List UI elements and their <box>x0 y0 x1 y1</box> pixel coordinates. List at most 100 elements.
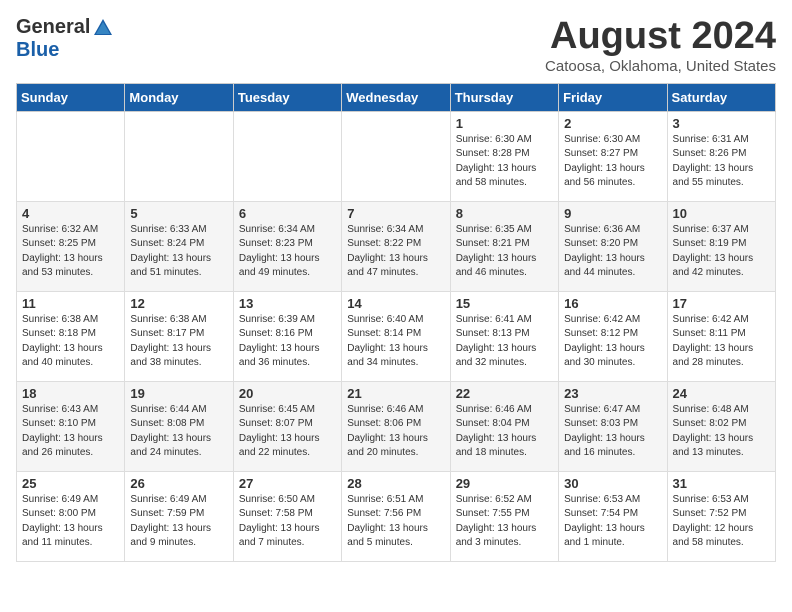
day-number: 25 <box>22 476 119 491</box>
day-info: Sunrise: 6:32 AM Sunset: 8:25 PM Dayligh… <box>22 223 119 281</box>
weekday-header-thursday: Thursday <box>450 83 558 111</box>
day-number: 9 <box>564 206 661 221</box>
day-number: 3 <box>673 116 770 131</box>
calendar-cell <box>233 111 341 201</box>
day-number: 10 <box>673 206 770 221</box>
calendar-cell: 17Sunrise: 6:42 AM Sunset: 8:11 PM Dayli… <box>667 291 775 381</box>
weekday-header-tuesday: Tuesday <box>233 83 341 111</box>
weekday-header-friday: Friday <box>559 83 667 111</box>
day-info: Sunrise: 6:45 AM Sunset: 8:07 PM Dayligh… <box>239 403 336 461</box>
day-number: 31 <box>673 476 770 491</box>
day-info: Sunrise: 6:43 AM Sunset: 8:10 PM Dayligh… <box>22 403 119 461</box>
title-area: August 2024 Catoosa, Oklahoma, United St… <box>545 16 776 75</box>
day-info: Sunrise: 6:49 AM Sunset: 7:59 PM Dayligh… <box>130 493 227 551</box>
calendar-cell: 5 Sunrise: 6:33 AM Sunset: 8:24 PM Daylig… <box>125 201 233 291</box>
calendar-cell: 19 Sunrise: 6:44 AM Sunset: 8:08 PM Dayli… <box>125 381 233 471</box>
week-row-3: 18 Sunrise: 6:43 AM Sunset: 8:10 PM Dayli… <box>17 381 776 471</box>
header: General Blue August 2024 Catoosa, Oklaho… <box>16 16 776 75</box>
day-info: Sunrise: 6:42 AM Sunset: 8:12 PM Dayligh… <box>564 313 661 371</box>
day-info: Sunrise: 6:49 AM Sunset: 8:00 PM Dayligh… <box>22 493 119 551</box>
calendar-cell: 23 Sunrise: 6:47 AM Sunset: 8:03 PM Dayli… <box>559 381 667 471</box>
day-info: Sunrise: 6:30 AM Sunset: 8:28 PM Dayligh… <box>456 133 553 191</box>
week-row-1: 4 Sunrise: 6:32 AM Sunset: 8:25 PM Daylig… <box>17 201 776 291</box>
calendar-cell: 31Sunrise: 6:53 AM Sunset: 7:52 PM Dayli… <box>667 471 775 561</box>
day-number: 29 <box>456 476 553 491</box>
week-row-4: 25 Sunrise: 6:49 AM Sunset: 8:00 PM Dayli… <box>17 471 776 561</box>
calendar-cell <box>125 111 233 201</box>
calendar-cell: 1 Sunrise: 6:30 AM Sunset: 8:28 PM Daylig… <box>450 111 558 201</box>
calendar-body: 1 Sunrise: 6:30 AM Sunset: 8:28 PM Daylig… <box>17 111 776 561</box>
calendar-cell <box>17 111 125 201</box>
week-row-0: 1 Sunrise: 6:30 AM Sunset: 8:28 PM Daylig… <box>17 111 776 201</box>
weekday-header-row: SundayMondayTuesdayWednesdayThursdayFrid… <box>17 83 776 111</box>
day-number: 5 <box>130 206 227 221</box>
day-info: Sunrise: 6:34 AM Sunset: 8:22 PM Dayligh… <box>347 223 444 281</box>
calendar-cell: 24 Sunrise: 6:48 AM Sunset: 8:02 PM Dayli… <box>667 381 775 471</box>
weekday-header-sunday: Sunday <box>17 83 125 111</box>
calendar-cell: 12 Sunrise: 6:38 AM Sunset: 8:17 PM Dayli… <box>125 291 233 381</box>
day-number: 6 <box>239 206 336 221</box>
calendar-header: SundayMondayTuesdayWednesdayThursdayFrid… <box>17 83 776 111</box>
calendar-cell: 14Sunrise: 6:40 AM Sunset: 8:14 PM Dayli… <box>342 291 450 381</box>
day-info: Sunrise: 6:47 AM Sunset: 8:03 PM Dayligh… <box>564 403 661 461</box>
calendar-cell: 2Sunrise: 6:30 AM Sunset: 8:27 PM Daylig… <box>559 111 667 201</box>
calendar-cell: 13 Sunrise: 6:39 AM Sunset: 8:16 PM Dayli… <box>233 291 341 381</box>
day-number: 12 <box>130 296 227 311</box>
day-info: Sunrise: 6:52 AM Sunset: 7:55 PM Dayligh… <box>456 493 553 551</box>
day-info: Sunrise: 6:35 AM Sunset: 8:21 PM Dayligh… <box>456 223 553 281</box>
day-number: 27 <box>239 476 336 491</box>
calendar-cell <box>342 111 450 201</box>
calendar-cell: 3 Sunrise: 6:31 AM Sunset: 8:26 PM Daylig… <box>667 111 775 201</box>
day-info: Sunrise: 6:46 AM Sunset: 8:04 PM Dayligh… <box>456 403 553 461</box>
day-number: 26 <box>130 476 227 491</box>
calendar-cell: 9Sunrise: 6:36 AM Sunset: 8:20 PM Daylig… <box>559 201 667 291</box>
day-info: Sunrise: 6:48 AM Sunset: 8:02 PM Dayligh… <box>673 403 770 461</box>
day-number: 22 <box>456 386 553 401</box>
calendar-cell: 18 Sunrise: 6:43 AM Sunset: 8:10 PM Dayli… <box>17 381 125 471</box>
day-number: 19 <box>130 386 227 401</box>
weekday-header-monday: Monday <box>125 83 233 111</box>
calendar-cell: 4 Sunrise: 6:32 AM Sunset: 8:25 PM Daylig… <box>17 201 125 291</box>
calendar-cell: 27 Sunrise: 6:50 AM Sunset: 7:58 PM Dayli… <box>233 471 341 561</box>
calendar-cell: 15Sunrise: 6:41 AM Sunset: 8:13 PM Dayli… <box>450 291 558 381</box>
calendar-cell: 22 Sunrise: 6:46 AM Sunset: 8:04 PM Dayli… <box>450 381 558 471</box>
day-info: Sunrise: 6:34 AM Sunset: 8:23 PM Dayligh… <box>239 223 336 281</box>
day-info: Sunrise: 6:42 AM Sunset: 8:11 PM Dayligh… <box>673 313 770 371</box>
day-number: 4 <box>22 206 119 221</box>
day-info: Sunrise: 6:50 AM Sunset: 7:58 PM Dayligh… <box>239 493 336 551</box>
day-info: Sunrise: 6:38 AM Sunset: 8:17 PM Dayligh… <box>130 313 227 371</box>
day-info: Sunrise: 6:51 AM Sunset: 7:56 PM Dayligh… <box>347 493 444 551</box>
day-info: Sunrise: 6:39 AM Sunset: 8:16 PM Dayligh… <box>239 313 336 371</box>
day-number: 2 <box>564 116 661 131</box>
day-info: Sunrise: 6:31 AM Sunset: 8:26 PM Dayligh… <box>673 133 770 191</box>
week-row-2: 11Sunrise: 6:38 AM Sunset: 8:18 PM Dayli… <box>17 291 776 381</box>
day-info: Sunrise: 6:46 AM Sunset: 8:06 PM Dayligh… <box>347 403 444 461</box>
calendar-cell: 8Sunrise: 6:35 AM Sunset: 8:21 PM Daylig… <box>450 201 558 291</box>
day-info: Sunrise: 6:33 AM Sunset: 8:24 PM Dayligh… <box>130 223 227 281</box>
day-number: 16 <box>564 296 661 311</box>
day-number: 21 <box>347 386 444 401</box>
day-number: 1 <box>456 116 553 131</box>
day-number: 23 <box>564 386 661 401</box>
day-info: Sunrise: 6:38 AM Sunset: 8:18 PM Dayligh… <box>22 313 119 371</box>
day-number: 30 <box>564 476 661 491</box>
day-number: 7 <box>347 206 444 221</box>
calendar-cell: 21 Sunrise: 6:46 AM Sunset: 8:06 PM Dayli… <box>342 381 450 471</box>
calendar-cell: 10Sunrise: 6:37 AM Sunset: 8:19 PM Dayli… <box>667 201 775 291</box>
month-year: August 2024 <box>545 16 776 58</box>
day-info: Sunrise: 6:44 AM Sunset: 8:08 PM Dayligh… <box>130 403 227 461</box>
day-number: 18 <box>22 386 119 401</box>
day-number: 13 <box>239 296 336 311</box>
day-info: Sunrise: 6:40 AM Sunset: 8:14 PM Dayligh… <box>347 313 444 371</box>
calendar-cell: 20 Sunrise: 6:45 AM Sunset: 8:07 PM Dayli… <box>233 381 341 471</box>
day-number: 20 <box>239 386 336 401</box>
calendar-cell: 28Sunrise: 6:51 AM Sunset: 7:56 PM Dayli… <box>342 471 450 561</box>
calendar-table: SundayMondayTuesdayWednesdayThursdayFrid… <box>16 83 776 562</box>
calendar-cell: 6 Sunrise: 6:34 AM Sunset: 8:23 PM Daylig… <box>233 201 341 291</box>
weekday-header-wednesday: Wednesday <box>342 83 450 111</box>
day-info: Sunrise: 6:41 AM Sunset: 8:13 PM Dayligh… <box>456 313 553 371</box>
calendar-cell: 30 Sunrise: 6:53 AM Sunset: 7:54 PM Dayli… <box>559 471 667 561</box>
day-number: 24 <box>673 386 770 401</box>
day-info: Sunrise: 6:53 AM Sunset: 7:54 PM Dayligh… <box>564 493 661 551</box>
logo-icon <box>92 17 114 39</box>
